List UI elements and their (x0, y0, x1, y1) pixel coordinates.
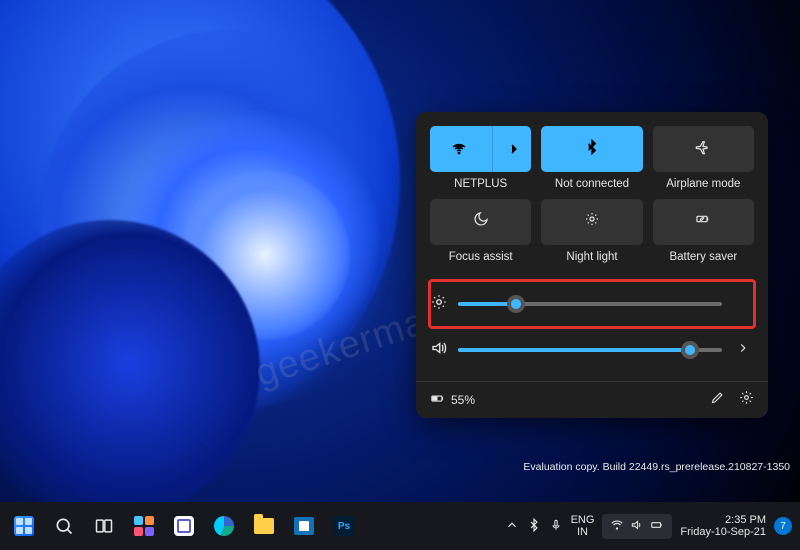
bluetooth-tile[interactable] (541, 126, 642, 172)
night-light-label: Night light (566, 251, 617, 264)
start-button[interactable] (6, 508, 42, 544)
airplane-mode-tile[interactable] (653, 126, 754, 172)
tray-battery-icon (650, 518, 664, 535)
chat-button[interactable] (166, 508, 202, 544)
clock[interactable]: 2:35 PM Friday-10-Sep-21 (680, 514, 766, 538)
tray-bluetooth-icon[interactable] (527, 518, 541, 535)
brightness-slider[interactable] (458, 302, 722, 306)
language-indicator[interactable]: ENG IN (571, 514, 595, 538)
tray-wifi-icon (610, 518, 624, 535)
microsoft-store-button[interactable] (286, 508, 322, 544)
widgets-button[interactable] (126, 508, 162, 544)
edge-button[interactable] (206, 508, 242, 544)
tray-chevron-icon[interactable] (505, 518, 519, 535)
file-explorer-button[interactable] (246, 508, 282, 544)
evaluation-copy-text: Evaluation copy. Build 22449.rs_prerelea… (523, 462, 790, 474)
brightness-slider-row (430, 281, 754, 327)
settings-button[interactable] (739, 390, 754, 410)
task-view-button[interactable] (86, 508, 122, 544)
battery-status[interactable]: 55% (430, 391, 475, 409)
tray-volume-icon (630, 518, 644, 535)
focus-assist-label: Focus assist (449, 251, 513, 264)
wifi-icon (430, 126, 488, 172)
night-light-icon (584, 211, 600, 232)
bluetooth-icon (584, 139, 600, 160)
focus-assist-tile[interactable] (430, 199, 531, 245)
brightness-icon (430, 293, 448, 316)
battery-percent-text: 55% (451, 393, 475, 407)
quick-settings-panel: NETPLUS Not connected Airplane mode (416, 112, 768, 418)
battery-saver-tile[interactable] (653, 199, 754, 245)
battery-icon (430, 391, 445, 409)
notification-badge[interactable]: 7 (774, 517, 792, 535)
system-tray-group[interactable] (602, 514, 672, 539)
photoshop-button[interactable]: Ps (326, 508, 362, 544)
taskbar: Ps ENG IN 2:35 PM Friday-10-Sep-21 7 (0, 502, 800, 550)
edit-quick-settings-button[interactable] (710, 390, 725, 410)
night-light-tile[interactable] (541, 199, 642, 245)
battery-leaf-icon (695, 211, 711, 232)
battery-saver-label: Battery saver (669, 251, 737, 264)
wifi-label: NETPLUS (454, 178, 507, 191)
wifi-expand-icon[interactable] (497, 126, 531, 172)
tray-microphone-icon[interactable] (549, 518, 563, 535)
bluetooth-label: Not connected (555, 178, 629, 191)
moon-icon (473, 211, 489, 232)
volume-icon (430, 339, 448, 362)
volume-output-select[interactable] (732, 341, 754, 360)
airplane-mode-label: Airplane mode (666, 178, 740, 191)
volume-slider-row (430, 327, 754, 373)
search-button[interactable] (46, 508, 82, 544)
airplane-icon (695, 139, 711, 160)
wifi-tile[interactable] (430, 126, 531, 172)
volume-slider[interactable] (458, 348, 722, 352)
